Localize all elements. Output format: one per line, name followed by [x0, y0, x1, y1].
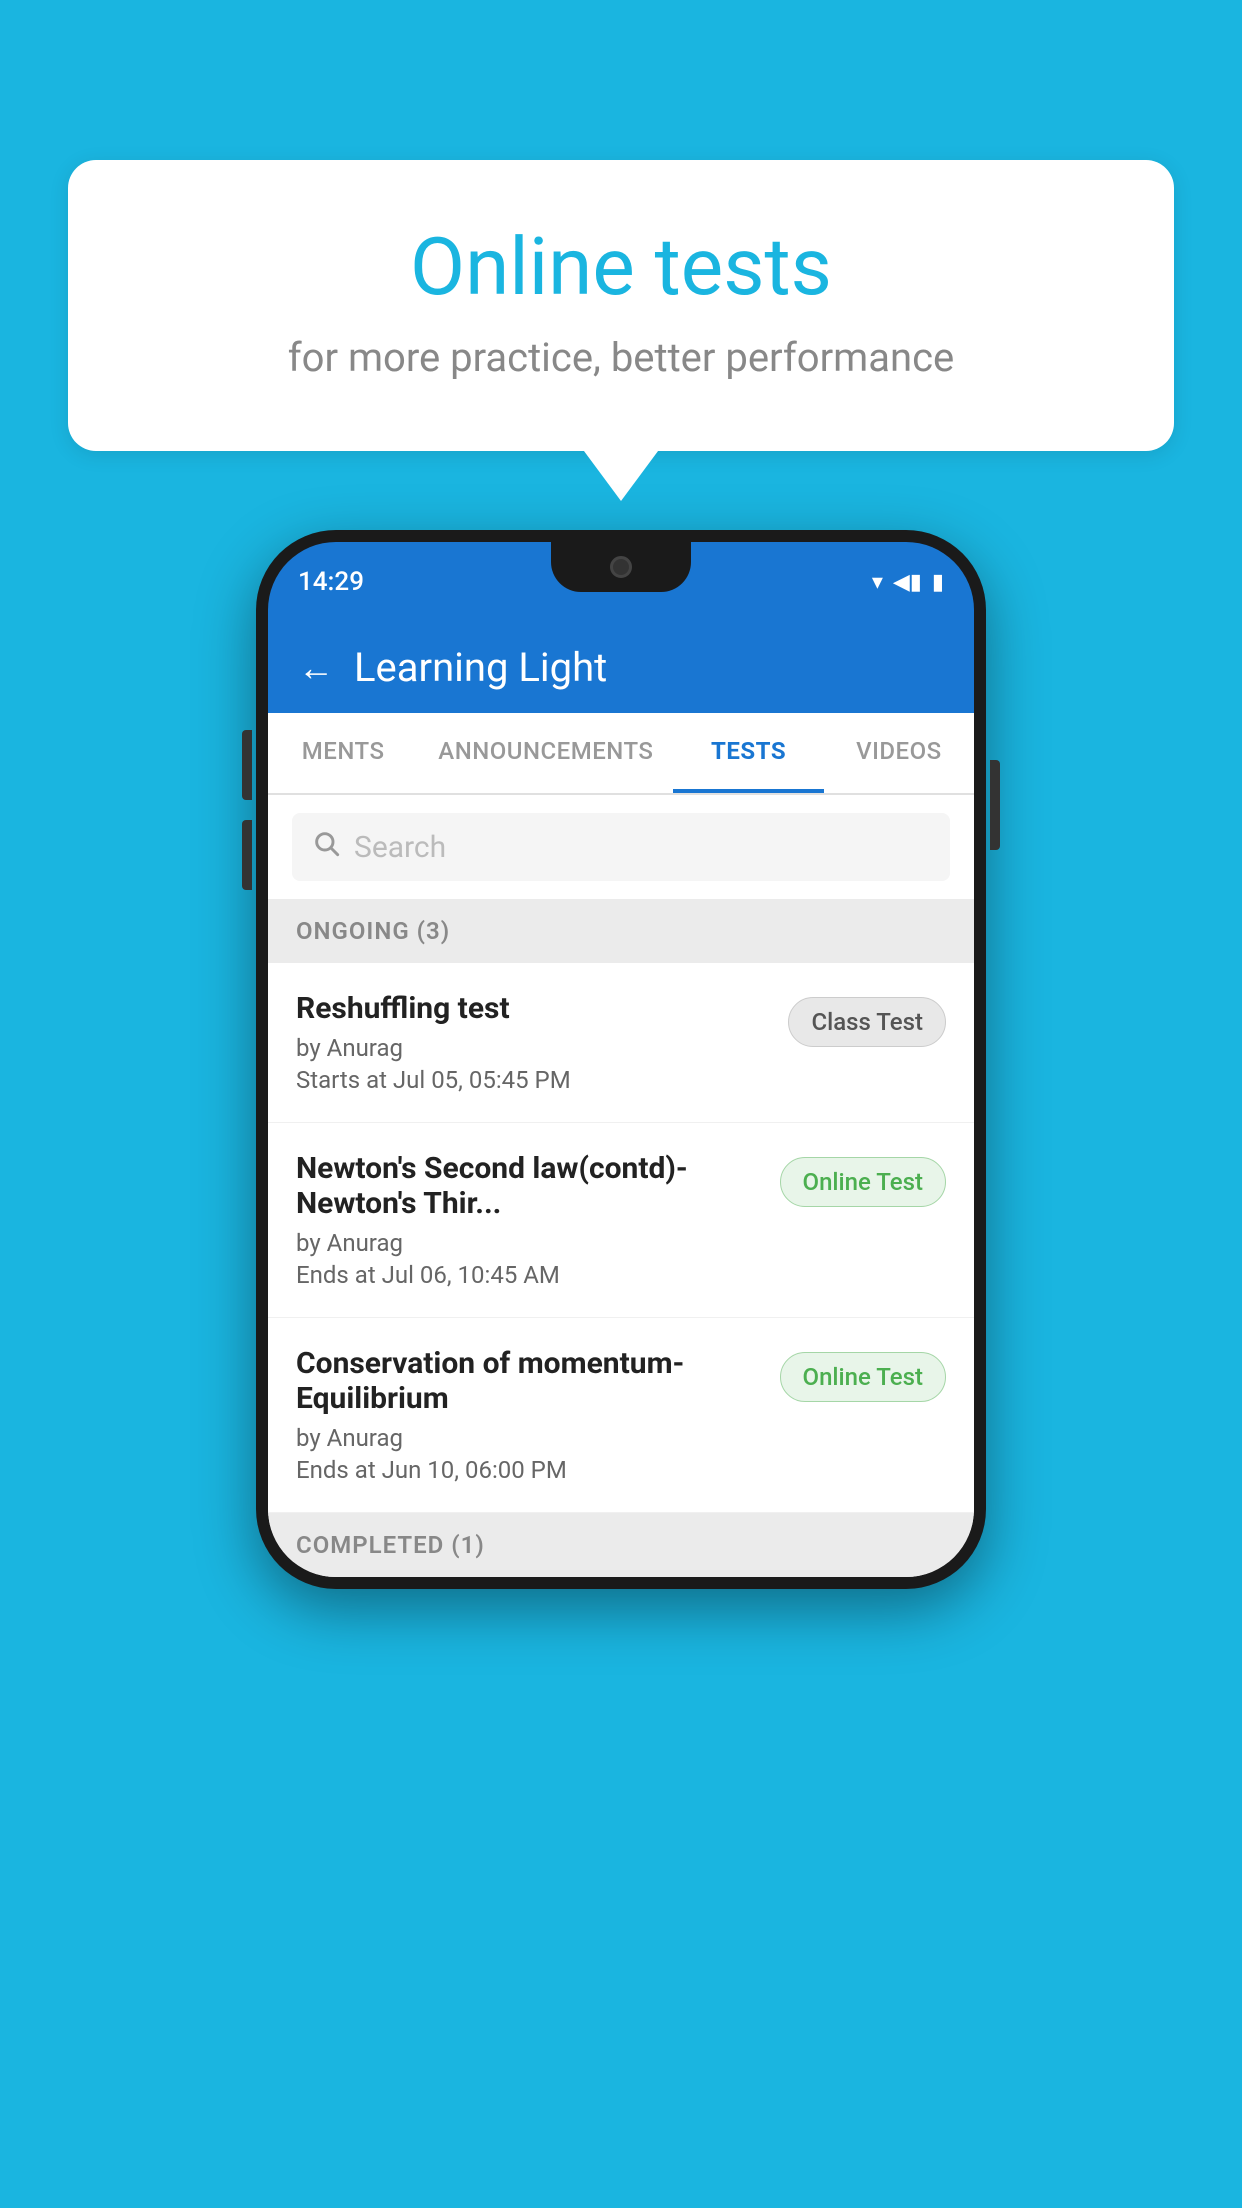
test-date: Ends at Jul 06, 10:45 AM	[296, 1261, 760, 1289]
completed-section-header: COMPLETED (1)	[268, 1513, 974, 1577]
status-icons: ▾ ◀▮ ▮	[872, 570, 944, 595]
search-icon	[312, 829, 340, 865]
test-badge: Online Test	[780, 1157, 946, 1207]
status-bar: 14:29 ▾ ◀▮ ▮	[268, 542, 974, 622]
test-item[interactable]: Newton's Second law(contd)-Newton's Thir…	[268, 1123, 974, 1318]
test-info: Conservation of momentum-Equilibrium by …	[296, 1346, 760, 1484]
test-list: Reshuffling test by Anurag Starts at Jul…	[268, 963, 974, 1513]
test-author: by Anurag	[296, 1424, 760, 1452]
test-badge: Class Test	[788, 997, 946, 1047]
test-info: Reshuffling test by Anurag Starts at Jul…	[296, 991, 768, 1094]
speech-bubble-container: Online tests for more practice, better p…	[68, 160, 1174, 451]
back-button[interactable]: ←	[298, 647, 334, 689]
test-item[interactable]: Reshuffling test by Anurag Starts at Jul…	[268, 963, 974, 1123]
status-time: 14:29	[298, 567, 364, 597]
volume-down-button	[242, 820, 252, 890]
test-date: Starts at Jul 05, 05:45 PM	[296, 1066, 768, 1094]
test-badge: Online Test	[780, 1352, 946, 1402]
test-name: Reshuffling test	[296, 991, 768, 1026]
test-author: by Anurag	[296, 1229, 760, 1257]
tab-videos[interactable]: VIDEOS	[824, 713, 974, 793]
test-info: Newton's Second law(contd)-Newton's Thir…	[296, 1151, 760, 1289]
wifi-icon: ▾	[872, 570, 883, 595]
test-name: Newton's Second law(contd)-Newton's Thir…	[296, 1151, 760, 1221]
speech-bubble-subtitle: for more practice, better performance	[128, 334, 1114, 381]
tab-tests[interactable]: TESTS	[673, 713, 823, 793]
search-bar[interactable]: Search	[292, 813, 950, 881]
volume-up-button	[242, 730, 252, 800]
search-container: Search	[268, 795, 974, 899]
app-bar: ← Learning Light	[268, 622, 974, 713]
ongoing-section-header: ONGOING (3)	[268, 899, 974, 963]
search-input[interactable]: Search	[354, 830, 446, 865]
phone-container: 14:29 ▾ ◀▮ ▮ ← Learning Light MENTS ANNO…	[256, 530, 986, 1589]
phone-notch	[551, 542, 691, 592]
test-date: Ends at Jun 10, 06:00 PM	[296, 1456, 760, 1484]
tabs-container: MENTS ANNOUNCEMENTS TESTS VIDEOS	[268, 713, 974, 795]
test-author: by Anurag	[296, 1034, 768, 1062]
battery-icon: ▮	[932, 570, 944, 595]
signal-icon: ◀▮	[893, 570, 922, 595]
test-name: Conservation of momentum-Equilibrium	[296, 1346, 760, 1416]
power-button	[990, 760, 1000, 850]
tab-ments[interactable]: MENTS	[268, 713, 418, 793]
test-item[interactable]: Conservation of momentum-Equilibrium by …	[268, 1318, 974, 1513]
phone-camera	[610, 556, 632, 578]
speech-bubble: Online tests for more practice, better p…	[68, 160, 1174, 451]
phone-screen: ← Learning Light MENTS ANNOUNCEMENTS TES…	[268, 622, 974, 1577]
phone-frame: 14:29 ▾ ◀▮ ▮ ← Learning Light MENTS ANNO…	[256, 530, 986, 1589]
app-title: Learning Light	[354, 644, 607, 691]
tab-announcements[interactable]: ANNOUNCEMENTS	[418, 713, 673, 793]
speech-bubble-title: Online tests	[128, 220, 1114, 314]
